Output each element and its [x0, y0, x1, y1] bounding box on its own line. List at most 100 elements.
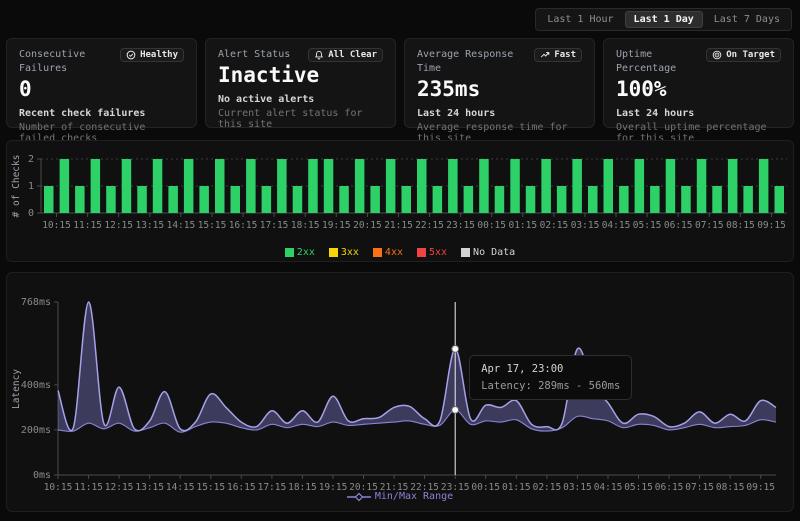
card-title: Average Response Time — [417, 48, 534, 76]
check-bar[interactable] — [91, 159, 101, 213]
legend-line-marker — [347, 492, 371, 502]
check-bar[interactable] — [44, 186, 54, 213]
check-bar[interactable] — [448, 159, 458, 213]
x-tick-label: 14:15 — [166, 482, 195, 493]
check-bar[interactable] — [168, 186, 178, 213]
legend-swatch — [329, 248, 338, 257]
check-bar[interactable] — [743, 186, 753, 213]
card-average-response-time: Average Response Time Fast 235ms Last 24… — [404, 38, 595, 128]
check-bar[interactable] — [588, 186, 598, 213]
check-bar[interactable] — [541, 159, 551, 213]
x-tick-label: 20:15 — [353, 220, 382, 231]
check-bar[interactable] — [231, 186, 241, 213]
x-tick-label: 18:15 — [291, 220, 320, 231]
check-bar[interactable] — [402, 186, 412, 213]
check-bar[interactable] — [339, 186, 349, 213]
legend-label: No Data — [473, 247, 515, 258]
time-range-selector: Last 1 Hour Last 1 Day Last 7 Days — [535, 8, 792, 31]
check-bar[interactable] — [635, 159, 645, 213]
x-tick-label: 19:15 — [319, 482, 348, 493]
check-bar[interactable] — [246, 159, 256, 213]
check-bar[interactable] — [417, 159, 427, 213]
check-bar[interactable] — [433, 186, 443, 213]
latency-chart-panel: 0ms200ms400ms768ms10:1511:1512:1513:1514… — [6, 272, 794, 512]
check-bar[interactable] — [153, 159, 163, 213]
x-tick-label: 10:15 — [42, 220, 71, 231]
x-tick-label: 13:15 — [135, 220, 164, 231]
legend-item-5xx: 5xx — [417, 247, 447, 258]
status-badge: All Clear — [308, 48, 383, 62]
check-bar[interactable] — [697, 159, 707, 213]
y-tick-label: 200ms — [21, 425, 51, 436]
y-tick-label: 2 — [28, 154, 34, 165]
check-bar[interactable] — [293, 186, 303, 213]
check-bar[interactable] — [137, 186, 147, 213]
status-badge: On Target — [706, 48, 781, 62]
target-icon — [712, 50, 722, 60]
time-range-last-1-hour[interactable]: Last 1 Hour — [538, 11, 622, 28]
time-range-last-1-day[interactable]: Last 1 Day — [625, 11, 703, 28]
latency-area-chart[interactable]: 0ms200ms400ms768ms10:1511:1512:1513:1514… — [7, 277, 793, 493]
check-bar[interactable] — [650, 186, 660, 213]
legend-item-min-max-range: Min/Max Range — [347, 491, 453, 502]
check-bar[interactable] — [495, 186, 505, 213]
check-bar[interactable] — [215, 159, 225, 213]
check-bar[interactable] — [262, 186, 272, 213]
check-bar[interactable] — [75, 186, 85, 213]
badge-label: Fast — [554, 50, 576, 60]
checks-bar-chart[interactable]: 01210:1511:1512:1513:1514:1515:1516:1517… — [7, 149, 793, 243]
x-tick-label: 00:15 — [471, 482, 500, 493]
checks-chart-legend: 2xx3xx4xx5xxNo Data — [7, 247, 793, 258]
x-tick-label: 06:15 — [655, 482, 684, 493]
check-bar[interactable] — [759, 159, 769, 213]
check-bar[interactable] — [122, 159, 132, 213]
legend-swatch — [373, 248, 382, 257]
card-subtitle: No active alerts — [218, 94, 383, 105]
x-tick-label: 13:15 — [135, 482, 164, 493]
y-tick-label: 0ms — [33, 470, 51, 481]
check-bar[interactable] — [370, 186, 380, 213]
check-bar[interactable] — [557, 186, 567, 213]
check-bar[interactable] — [619, 186, 629, 213]
x-tick-label: 11:15 — [73, 220, 102, 231]
check-bar[interactable] — [464, 186, 474, 213]
check-bar[interactable] — [712, 186, 722, 213]
check-bar[interactable] — [355, 159, 365, 213]
check-bar[interactable] — [479, 159, 489, 213]
check-bar[interactable] — [604, 159, 614, 213]
check-bar[interactable] — [526, 186, 536, 213]
check-bar[interactable] — [681, 186, 691, 213]
active-dot — [452, 407, 459, 414]
x-tick-label: 06:15 — [664, 220, 693, 231]
card-title: Alert Status — [218, 48, 290, 62]
card-value: 0 — [19, 77, 184, 101]
check-bar[interactable] — [106, 186, 116, 213]
check-bar[interactable] — [666, 159, 676, 213]
check-bar[interactable] — [386, 159, 396, 213]
check-bar[interactable] — [277, 159, 287, 213]
time-range-last-7-days[interactable]: Last 7 Days — [705, 11, 789, 28]
check-bar[interactable] — [572, 159, 582, 213]
check-bar[interactable] — [775, 186, 785, 213]
check-bar[interactable] — [308, 159, 318, 213]
x-tick-label: 08:15 — [726, 220, 755, 231]
tooltip-latency-range: Latency: 289ms - 560ms — [481, 380, 620, 392]
x-tick-label: 17:15 — [258, 482, 287, 493]
checks-chart-panel: 01210:1511:1512:1513:1514:1515:1516:1517… — [6, 140, 794, 262]
check-bar[interactable] — [324, 159, 334, 213]
legend-label: Min/Max Range — [375, 491, 453, 502]
x-tick-label: 07:15 — [695, 220, 724, 231]
legend-label: 3xx — [341, 247, 359, 258]
card-title: Uptime Percentage — [616, 48, 706, 76]
check-bar[interactable] — [510, 159, 520, 213]
trending-up-icon — [540, 50, 550, 60]
check-bar[interactable] — [184, 159, 194, 213]
check-bar[interactable] — [60, 159, 70, 213]
x-tick-label: 19:15 — [322, 220, 351, 231]
check-bar[interactable] — [199, 186, 209, 213]
x-tick-label: 10:15 — [44, 482, 73, 493]
y-tick-label: 1 — [28, 181, 34, 192]
legend-label: 2xx — [297, 247, 315, 258]
x-tick-label: 05:15 — [624, 482, 653, 493]
check-bar[interactable] — [728, 159, 738, 213]
